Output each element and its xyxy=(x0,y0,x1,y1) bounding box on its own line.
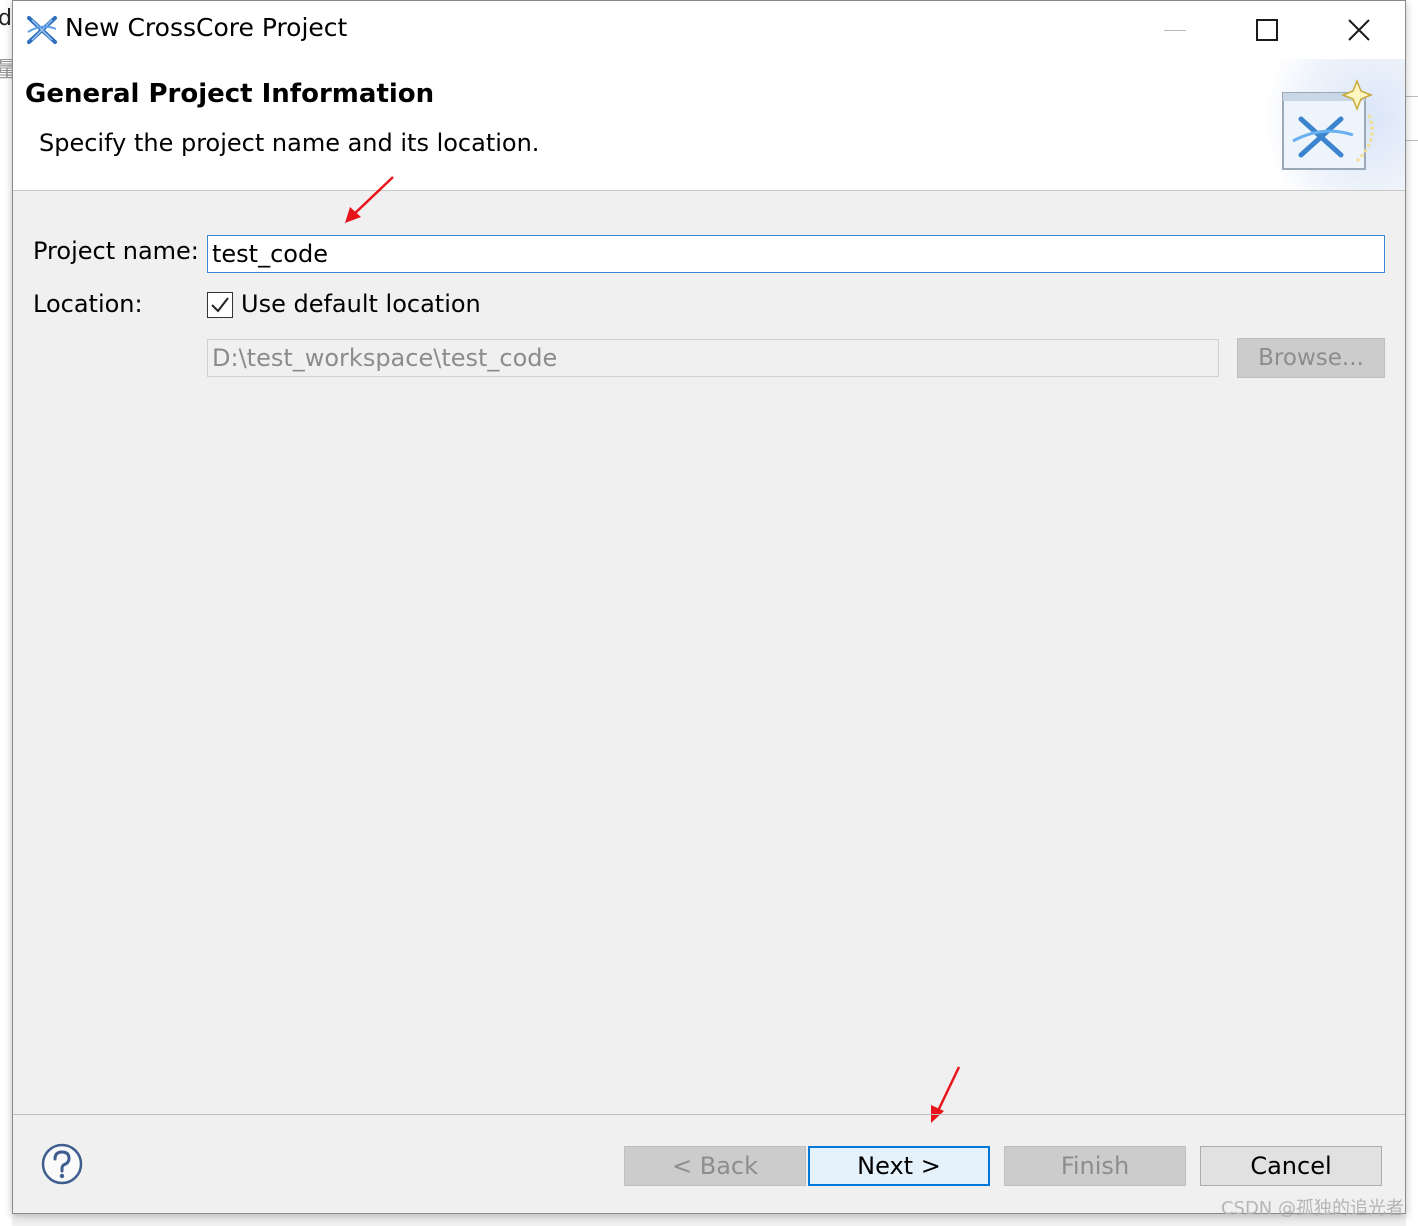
close-icon xyxy=(1348,19,1370,41)
background-divider xyxy=(1406,140,1418,141)
next-button[interactable]: Next > xyxy=(808,1146,990,1186)
page-description: Specify the project name and its locatio… xyxy=(39,129,540,157)
close-button[interactable] xyxy=(1313,1,1405,59)
minimize-icon xyxy=(1164,29,1186,31)
minimize-button[interactable] xyxy=(1129,1,1221,59)
watermark: CSDN @孤独的追光者 xyxy=(1220,1198,1404,1219)
project-name-input[interactable] xyxy=(207,235,1385,273)
footer-divider xyxy=(13,1114,1405,1115)
project-name-label: Project name: xyxy=(33,237,199,265)
help-question-icon[interactable] xyxy=(41,1143,83,1185)
new-project-dialog: New CrossCore Project General Project In… xyxy=(12,0,1406,1214)
background-app-left: d 量 xyxy=(0,0,18,1226)
maximize-icon xyxy=(1256,19,1278,41)
maximize-button[interactable] xyxy=(1221,1,1313,59)
location-input xyxy=(207,339,1219,377)
crosscore-x-icon xyxy=(27,16,57,44)
use-default-location-checkbox[interactable] xyxy=(207,292,233,318)
title-bar[interactable]: New CrossCore Project xyxy=(13,1,1405,59)
background-app-right xyxy=(1406,0,1418,1226)
checkmark-icon xyxy=(211,297,229,313)
wizard-header: General Project Information Specify the … xyxy=(13,59,1405,191)
cancel-button[interactable]: Cancel xyxy=(1200,1146,1382,1186)
background-divider xyxy=(1406,96,1418,97)
browse-button: Browse... xyxy=(1237,338,1385,378)
use-default-location-label[interactable]: Use default location xyxy=(241,290,481,318)
finish-button: Finish xyxy=(1004,1146,1186,1186)
location-label: Location: xyxy=(33,290,143,318)
background-text: d xyxy=(0,6,12,31)
crosscore-wizard-icon xyxy=(1282,79,1374,170)
page-title: General Project Information xyxy=(25,79,435,109)
window-title: New CrossCore Project xyxy=(65,13,348,42)
annotation-arrow-icon xyxy=(931,1066,961,1123)
annotation-arrow-icon xyxy=(345,176,394,223)
back-button: < Back xyxy=(624,1146,806,1186)
